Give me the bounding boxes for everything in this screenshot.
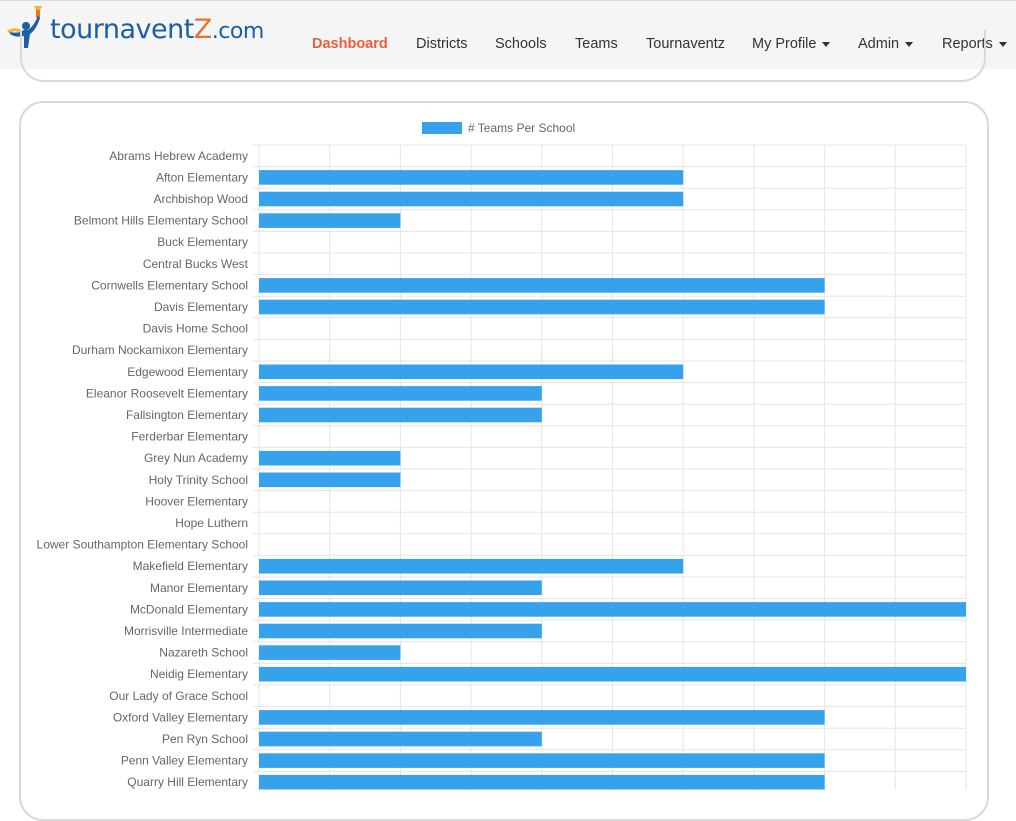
category-label: Grey Nun Academy (144, 451, 248, 465)
category-label: Neidig Elementary (150, 667, 248, 681)
category-label: Quarry Hill Elementary (127, 775, 248, 789)
category-label: Penn Valley Elementary (121, 754, 248, 768)
teams-per-school-chart: # Teams Per School Abrams Hebrew Academy A… (37, 121, 967, 790)
category-label: Manor Elementary (150, 581, 248, 595)
legend-label: # Teams Per School (468, 121, 575, 135)
bar (259, 753, 825, 768)
category-label: Ferderbar Elementary (131, 430, 248, 444)
category-label: Morrisville Intermediate (124, 624, 248, 638)
bar (259, 278, 825, 293)
category-label: Durham Nockamixon Elementary (72, 343, 248, 357)
category-label: Our Lady of Grace School (109, 689, 248, 703)
category-label: Abrams Hebrew Academy (109, 149, 248, 163)
bar (259, 191, 684, 207)
bar (259, 213, 401, 228)
category-label: Cornwells Elementary School (91, 278, 248, 292)
category-label: Oxford Valley Elementary (113, 710, 248, 724)
category-label: Fallsington Elementary (126, 408, 248, 422)
category-label: Buck Elementary (157, 235, 248, 249)
category-label: Afton Elementary (156, 170, 248, 184)
bar (259, 710, 825, 725)
category-label: Davis Home School (143, 322, 248, 336)
bar (259, 666, 966, 682)
category-label: Eleanor Roosevelt Elementary (86, 386, 248, 400)
category-label: Hoover Elementary (145, 494, 248, 508)
bar (259, 407, 542, 423)
bar (259, 580, 542, 596)
category-label: Lower Southampton Elementary School (37, 538, 248, 552)
bar (259, 170, 684, 185)
category-label: Central Bucks West (143, 257, 249, 271)
category-label: Makefield Elementary (133, 559, 248, 573)
category-label: Davis Elementary (154, 300, 248, 314)
bar (259, 645, 401, 660)
category-label: Belmont Hills Elementary School (74, 214, 248, 228)
category-label: Edgewood Elementary (127, 365, 248, 379)
bar (259, 731, 542, 747)
bar (259, 386, 542, 401)
bar (259, 450, 401, 466)
bar (259, 558, 684, 574)
bar (259, 602, 966, 617)
bar (259, 472, 401, 488)
legend-swatch (422, 122, 462, 134)
category-label: Hope Luthern (175, 516, 248, 530)
bar (259, 364, 684, 380)
category-label: Archbishop Wood (154, 192, 249, 206)
category-label: Nazareth School (159, 646, 248, 660)
category-label: Holy Trinity School (149, 473, 248, 487)
bar (259, 299, 825, 315)
category-label: McDonald Elementary (130, 602, 248, 616)
bar (259, 623, 542, 639)
bar (259, 774, 825, 790)
category-label: Pen Ryn School (162, 732, 248, 746)
